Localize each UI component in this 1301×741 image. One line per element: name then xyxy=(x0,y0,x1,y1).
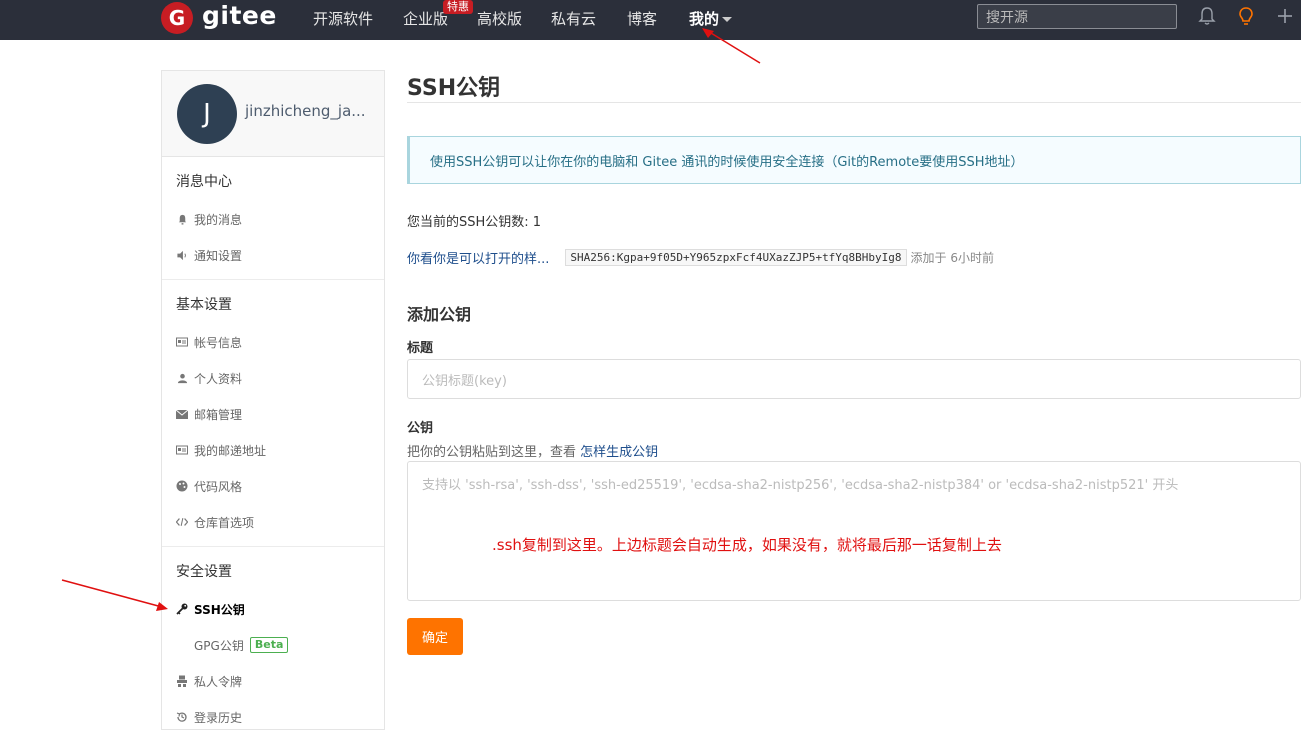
settings-sidebar: J jinzhicheng_ja... 消息中心 我的消息 通知设置 基本设置 … xyxy=(161,70,385,730)
section-title-basic: 基本设置 xyxy=(176,297,232,313)
ssh-key-row: 你看你是可以打开的样... SHA256:Kgpa+9f05D+Y965zpxF… xyxy=(407,248,994,267)
speaker-icon xyxy=(176,249,188,261)
sidebar-item-label: 我的消息 xyxy=(194,212,243,227)
palette-icon xyxy=(176,480,188,492)
lightbulb-icon[interactable] xyxy=(1236,6,1256,26)
gitee-logo-text[interactable]: gitee xyxy=(202,1,277,30)
section-messages: 消息中心 我的消息 通知设置 xyxy=(162,157,384,280)
public-key-hint-text: 把你的公钥粘贴到这里，查看 xyxy=(407,445,581,460)
sidebar-item-private-tokens[interactable]: 私人令牌 xyxy=(162,663,384,699)
sidebar-item-repo-preferences[interactable]: 仓库首选项 xyxy=(162,504,384,540)
ssh-key-name-link[interactable]: 你看你是可以打开的样... xyxy=(407,248,549,267)
token-icon xyxy=(176,675,188,687)
title-label: 标题 xyxy=(407,341,434,356)
key-icon xyxy=(176,603,188,615)
id-card-icon xyxy=(176,444,188,456)
ssh-key-fingerprint: SHA256:Kgpa+9f05D+Y965zpxFcf4UXazZJP5+tf… xyxy=(565,249,907,266)
sidebar-item-login-history[interactable]: 登录历史 xyxy=(162,699,384,735)
sidebar-item-label: 代码风格 xyxy=(194,479,243,494)
page-title: SSH公钥 xyxy=(407,76,501,101)
top-navbar: G gitee 开源软件 企业版 特惠 高校版 私有云 博客 我的 搜开源 xyxy=(0,0,1301,40)
sidebar-item-label: 邮箱管理 xyxy=(194,407,243,422)
sidebar-item-label: 个人资料 xyxy=(194,371,243,386)
hot-badge: 特惠 xyxy=(443,0,473,14)
confirm-button[interactable]: 确定 xyxy=(407,618,463,655)
sidebar-item-notify-settings[interactable]: 通知设置 xyxy=(162,237,384,273)
info-message: 使用SSH公钥可以让你在你的电脑和 Gitee 通讯的时候使用安全连接（Git的… xyxy=(407,136,1301,184)
ssh-key-added-time: 添加于 6小时前 xyxy=(910,251,994,265)
plus-icon[interactable] xyxy=(1275,6,1295,26)
sidebar-item-label: 通知设置 xyxy=(194,248,243,263)
title-divider xyxy=(407,102,1301,103)
sidebar-item-profile[interactable]: 个人资料 xyxy=(162,360,384,396)
history-icon xyxy=(176,711,188,723)
key-icon xyxy=(176,639,188,651)
sidebar-item-label: 帐号信息 xyxy=(194,335,243,350)
section-title-security: 安全设置 xyxy=(176,564,232,580)
how-to-generate-link[interactable]: 怎样生成公钥 xyxy=(580,445,658,460)
sidebar-item-email[interactable]: 邮箱管理 xyxy=(162,396,384,432)
sidebar-item-ssh-keys[interactable]: SSH公钥 xyxy=(162,591,384,627)
nav-open-source[interactable]: 开源软件 xyxy=(313,8,373,29)
chevron-down-icon xyxy=(722,17,733,22)
sidebar-item-label: 私人令牌 xyxy=(194,674,243,689)
bell-icon[interactable] xyxy=(1197,6,1217,26)
sidebar-item-code-style[interactable]: 代码风格 xyxy=(162,468,384,504)
sidebar-item-gpg-keys[interactable]: GPG公钥 Beta xyxy=(162,627,384,663)
section-security: 安全设置 SSH公钥 GPG公钥 Beta 私人令牌 登录历史 xyxy=(162,547,384,741)
sidebar-item-label: SSH公钥 xyxy=(194,602,245,617)
nav-enterprise[interactable]: 企业版 xyxy=(403,8,448,29)
add-key-heading: 添加公钥 xyxy=(407,305,472,324)
section-basic: 基本设置 帐号信息 个人资料 邮箱管理 我的邮递地址 代码风格 仓库首选项 xyxy=(162,280,384,547)
beta-badge: Beta xyxy=(249,637,289,653)
gitee-logo-icon[interactable]: G xyxy=(161,2,193,34)
nav-blog[interactable]: 博客 xyxy=(627,8,657,29)
id-card-icon xyxy=(176,336,188,348)
envelope-icon xyxy=(176,408,188,420)
user-icon xyxy=(176,372,188,384)
sidebar-item-address[interactable]: 我的邮递地址 xyxy=(162,432,384,468)
sidebar-item-my-messages[interactable]: 我的消息 xyxy=(162,201,384,237)
key-title-input[interactable]: 公钥标题(key) xyxy=(407,359,1301,399)
sidebar-item-label: 仓库首选项 xyxy=(194,515,255,530)
nav-private-cloud[interactable]: 私有云 xyxy=(551,8,596,29)
annotation-arrow-top xyxy=(702,28,761,64)
bell-icon xyxy=(176,213,188,225)
nav-university[interactable]: 高校版 xyxy=(477,8,522,29)
annotation-note: .ssh复制到这里。上边标题会自动生成，如果没有，就将最后那一话复制上去 xyxy=(492,536,1002,554)
ssh-key-count: 您当前的SSH公钥数: 1 xyxy=(407,215,542,230)
sidebar-item-label: 我的邮递地址 xyxy=(194,443,267,458)
sidebar-item-account[interactable]: 帐号信息 xyxy=(162,324,384,360)
username-link[interactable]: jinzhicheng_ja... xyxy=(245,102,366,120)
avatar[interactable]: J xyxy=(177,84,237,144)
public-key-textarea[interactable]: 支持以 'ssh-rsa', 'ssh-dss', 'ssh-ed25519',… xyxy=(407,461,1301,601)
code-icon xyxy=(176,516,188,528)
annotation-arrow-side xyxy=(61,579,168,611)
search-input[interactable]: 搜开源 xyxy=(977,4,1177,29)
sidebar-item-label: GPG公钥 xyxy=(194,638,244,653)
public-key-label: 公钥 xyxy=(407,421,434,436)
profile-header: J jinzhicheng_ja... xyxy=(162,71,384,157)
sidebar-item-label: 登录历史 xyxy=(194,710,243,725)
public-key-hint: 把你的公钥粘贴到这里，查看 怎样生成公钥 xyxy=(407,441,658,460)
section-title-messages: 消息中心 xyxy=(176,174,232,190)
